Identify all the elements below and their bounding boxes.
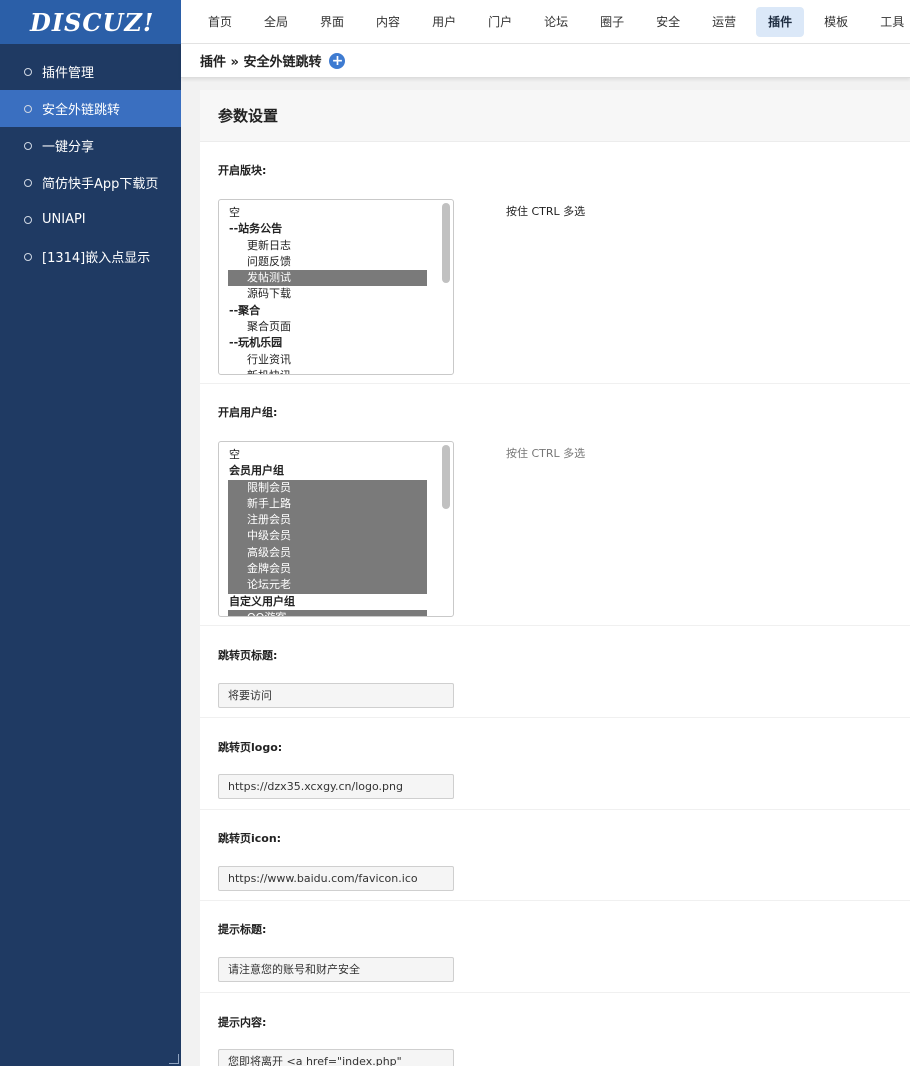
plus-circle-icon[interactable]: + xyxy=(329,52,346,69)
page-title-input[interactable]: 将要访问 xyxy=(218,683,454,708)
sidebar-item[interactable]: 安全外链跳转 xyxy=(0,90,181,127)
circle-bullet-icon xyxy=(24,252,32,261)
select-option[interactable]: 新手上路 xyxy=(228,495,427,513)
nav-item[interactable]: 工具 xyxy=(868,7,910,37)
usergroups-hint: 按住 CTRL 多选 xyxy=(506,447,586,460)
nav-item[interactable]: 安全 xyxy=(644,7,692,37)
nav-item[interactable]: 内容 xyxy=(364,7,412,37)
nav-item[interactable]: 插件 xyxy=(756,6,805,37)
page-logo-label: 跳转页logo: xyxy=(218,741,283,754)
circle-bullet-icon xyxy=(24,141,32,150)
section-page-title: 跳转页标题: 将要访问 xyxy=(200,626,910,718)
nav-item[interactable]: 首页 xyxy=(196,7,244,37)
boards-hint: 按住 CTRL 多选 xyxy=(506,205,586,218)
scrollbar[interactable] xyxy=(442,445,450,509)
nav-item[interactable]: 运营 xyxy=(700,7,748,37)
section-tip-content: 提示内容: 您即将离开 <a href="index.php" xyxy=(200,993,910,1066)
nav-item[interactable]: 模板 xyxy=(812,7,860,37)
section-boards: 开启版块: 空 --站务公告 更新日志 问题反馈 发帖测试 源码下载 --聚合 聚合页面 --玩… xyxy=(200,142,910,384)
usergroups-label: 开启用户组: xyxy=(218,406,278,419)
select-option[interactable]: 高级会员 xyxy=(228,544,427,562)
select-option[interactable]: 聚合页面 xyxy=(219,319,427,335)
select-option[interactable]: 新机快讯 xyxy=(219,368,427,374)
settings-panel: 参数设置 开启版块: 空 --站务公告 更新日志 问题反馈 发帖测试 源码下载 --聚合 聚合… xyxy=(200,90,910,1066)
boards-label: 开启版块: xyxy=(218,164,267,177)
select-option[interactable]: --玩机乐园 xyxy=(219,335,427,351)
sidebar-menu: 插件管理安全外链跳转 一键分享简仿快手App下载页 UNIAPI [1314]嵌入点显… xyxy=(0,53,181,275)
select-option[interactable]: 金牌会员 xyxy=(228,561,427,578)
sidebar: DISCUZ! 插件管理安全外链跳转 一键分享简仿快手App下载页 UNIAPI [1… xyxy=(0,0,181,1066)
circle-bullet-icon xyxy=(24,104,32,113)
logo-bar: DISCUZ! xyxy=(0,0,181,44)
tip-title-label: 提示标题: xyxy=(218,923,267,936)
select-option[interactable]: 自定义用户组 xyxy=(219,594,427,610)
resize-grip-icon[interactable] xyxy=(169,1054,179,1064)
select-option[interactable]: QQ游客 xyxy=(228,609,427,616)
section-page-logo: 跳转页logo: https://dzx35.xcxgy.cn/logo.png xyxy=(200,718,910,810)
section-page-icon: 跳转页icon: https://www.baidu.com/favicon.i… xyxy=(200,810,910,901)
tip-content-label: 提示内容: xyxy=(218,1016,267,1029)
select-option[interactable]: 行业资讯 xyxy=(219,352,427,368)
sidebar-item-label: 安全外链跳转 xyxy=(42,103,121,118)
select-option[interactable]: 注册会员 xyxy=(228,512,427,529)
select-option[interactable]: 发帖测试 xyxy=(228,270,427,287)
select-option[interactable]: 空 xyxy=(219,205,427,221)
section-tip-title: 提示标题: 请注意您的账号和财产安全 xyxy=(200,901,910,993)
page-icon-input[interactable]: https://www.baidu.com/favicon.ico xyxy=(218,866,454,891)
section-usergroups: 开启用户组: 空会员用户组 限制会员 新手上路 注册会员 中级会员 高级会员 金牌会员 论坛元… xyxy=(200,384,910,626)
select-option[interactable]: 源码下载 xyxy=(219,286,427,302)
nav-item[interactable]: 圈子 xyxy=(588,7,636,37)
page-title-label: 跳转页标题: xyxy=(218,649,278,662)
select-option[interactable]: --聚合 xyxy=(219,303,427,319)
tip-title-input[interactable]: 请注意您的账号和财产安全 xyxy=(218,957,454,982)
select-option[interactable]: 中级会员 xyxy=(228,528,427,545)
discuz-logo[interactable]: DISCUZ! xyxy=(30,8,154,37)
sidebar-item[interactable]: [1314]嵌入点显示 xyxy=(0,238,181,275)
panel-title: 参数设置 xyxy=(200,90,910,142)
sidebar-item[interactable]: 一键分享 xyxy=(0,127,181,164)
select-option[interactable]: 会员用户组 xyxy=(219,463,427,479)
sidebar-item-label: 一键分享 xyxy=(42,140,95,155)
nav-item[interactable]: 用户 xyxy=(420,7,468,37)
page-logo-input[interactable]: https://dzx35.xcxgy.cn/logo.png xyxy=(218,774,454,799)
select-option[interactable]: 更新日志 xyxy=(219,238,427,254)
select-option[interactable]: 限制会员 xyxy=(228,479,427,496)
tip-content-textarea[interactable]: 您即将离开 <a href="index.php" xyxy=(218,1049,454,1066)
select-option[interactable]: --站务公告 xyxy=(219,221,427,237)
page-icon-label: 跳转页icon: xyxy=(218,832,282,845)
breadcrumb-text: 插件 » 安全外链跳转 xyxy=(200,55,322,70)
sidebar-item-label: 插件管理 xyxy=(42,66,95,81)
breadcrumb: 插件 » 安全外链跳转 + xyxy=(181,44,910,78)
select-option[interactable]: 问题反馈 xyxy=(219,254,427,270)
nav-item[interactable]: 门户 xyxy=(476,7,524,37)
sidebar-item[interactable]: 插件管理 xyxy=(0,53,181,90)
top-navigation: 首页 全局 界面 内容 用户 门户 论坛 圈子 安全 运营 插件 模板 工具 xyxy=(181,0,910,44)
select-option[interactable]: 论坛元老 xyxy=(228,577,427,594)
nav-item[interactable]: 全局 xyxy=(252,7,300,37)
circle-bullet-icon xyxy=(24,215,32,224)
sidebar-item-label: [1314]嵌入点显示 xyxy=(42,251,151,266)
usergroups-multiselect[interactable]: 空会员用户组 限制会员 新手上路 注册会员 中级会员 高级会员 金牌会员 论坛元老 自定义用户组… xyxy=(218,441,454,617)
circle-bullet-icon xyxy=(24,67,32,76)
scrollbar[interactable] xyxy=(442,203,450,283)
sidebar-item[interactable]: UNIAPI xyxy=(0,201,181,238)
circle-bullet-icon xyxy=(24,178,32,187)
sidebar-item-label: 简仿快手App下载页 xyxy=(42,177,159,192)
sidebar-item[interactable]: 简仿快手App下载页 xyxy=(0,164,181,201)
nav-item[interactable]: 界面 xyxy=(308,7,356,37)
boards-multiselect[interactable]: 空 --站务公告 更新日志 问题反馈 发帖测试 源码下载 --聚合 聚合页面 --玩机乐园 行业资… xyxy=(218,199,454,375)
select-option[interactable]: 空 xyxy=(219,447,427,463)
sidebar-item-label: UNIAPI xyxy=(42,212,86,227)
nav-item[interactable]: 论坛 xyxy=(532,7,580,37)
